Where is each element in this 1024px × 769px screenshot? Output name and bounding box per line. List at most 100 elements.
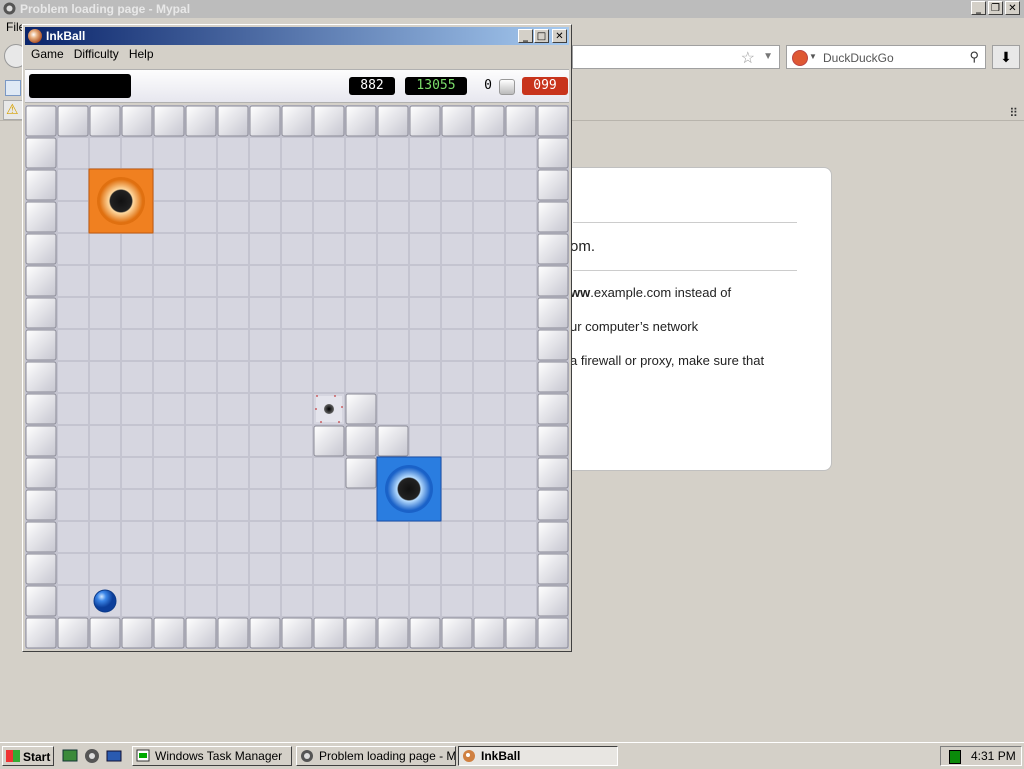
floor-tile — [249, 137, 281, 169]
sidebar-search-icon[interactable] — [5, 80, 21, 96]
menu-help[interactable]: Help — [125, 45, 158, 64]
wall-tile — [313, 425, 345, 457]
floor-tile — [57, 521, 89, 553]
inkball-title-bar[interactable]: InkBall _ □ ✕ — [25, 27, 569, 45]
inkball-maximize-button[interactable]: □ — [534, 29, 549, 43]
inkball-minimize-button[interactable]: _ — [518, 29, 533, 43]
wall-tile — [25, 105, 57, 137]
floor-tile — [153, 201, 185, 233]
floor-tile — [89, 233, 121, 265]
floor-tile — [313, 233, 345, 265]
floor-tile — [185, 297, 217, 329]
warning-button[interactable]: ⚠ — [3, 100, 23, 120]
start-button[interactable]: Start — [2, 746, 54, 766]
browser-restore-button[interactable]: ❐ — [988, 1, 1003, 15]
wall-tile — [537, 361, 569, 393]
floor-tile — [313, 137, 345, 169]
floor-tile — [153, 489, 185, 521]
floor-tile — [505, 585, 537, 617]
url-dropdown-icon[interactable]: ▼ — [763, 51, 773, 62]
floor-tile — [441, 489, 473, 521]
wall-tile — [25, 617, 57, 649]
floor-tile — [345, 361, 377, 393]
time-display: 099 — [522, 77, 568, 95]
search-engine-dropdown-icon[interactable]: ▼ — [809, 52, 817, 61]
game-board-canvas[interactable] — [25, 105, 569, 649]
floor-tile — [57, 393, 89, 425]
floor-tile — [153, 585, 185, 617]
floor-tile — [89, 265, 121, 297]
floor-tile — [345, 297, 377, 329]
wall-tile — [185, 617, 217, 649]
floor-tile — [281, 169, 313, 201]
floor-tile — [281, 553, 313, 585]
floor-tile — [185, 361, 217, 393]
search-icon[interactable]: ⚲ — [969, 49, 979, 65]
wall-tile — [537, 233, 569, 265]
overflow-menu-icon[interactable]: ⠿ — [1009, 106, 1018, 120]
floor-tile — [121, 137, 153, 169]
wall-tile — [25, 489, 57, 521]
floor-tile — [313, 489, 345, 521]
show-desktop-icon[interactable] — [62, 748, 78, 764]
search-box[interactable]: ▼ DuckDuckGo ⚲ — [786, 45, 986, 69]
floor-tile — [505, 201, 537, 233]
taskbar-task-manager[interactable]: Windows Task Manager — [132, 746, 292, 766]
wall-tile — [281, 617, 313, 649]
floor-tile — [89, 329, 121, 361]
wall-tile — [537, 585, 569, 617]
floor-tile — [153, 361, 185, 393]
floor-tile — [249, 265, 281, 297]
floor-tile — [185, 201, 217, 233]
wall-tile — [25, 329, 57, 361]
bookmark-star-icon[interactable]: ☆ — [741, 48, 755, 68]
floor-tile — [377, 297, 409, 329]
url-bar[interactable]: ☆ ▼ — [572, 45, 780, 69]
taskbar-browser[interactable]: Problem loading page - M... — [296, 746, 456, 766]
mypal-quicklaunch-icon[interactable] — [84, 748, 100, 764]
downloads-button[interactable]: ⬇ — [992, 45, 1020, 69]
browser-close-button[interactable]: ✕ — [1005, 1, 1020, 15]
game-board[interactable] — [25, 105, 569, 649]
duckduckgo-icon[interactable] — [792, 50, 808, 66]
floor-tile — [121, 553, 153, 585]
floor-tile — [505, 361, 537, 393]
floor-tile — [249, 169, 281, 201]
score-display: 882 — [349, 77, 395, 95]
floor-tile — [345, 329, 377, 361]
floor-tile — [281, 233, 313, 265]
tray-icon[interactable] — [949, 750, 961, 764]
browser-minimize-button[interactable]: _ — [971, 1, 986, 15]
wall-tile — [281, 105, 313, 137]
menu-difficulty[interactable]: Difficulty — [70, 45, 123, 64]
wall-tile — [377, 105, 409, 137]
floor-tile — [281, 361, 313, 393]
taskbar: Start Windows Task Manager Problem loadi… — [0, 742, 1024, 769]
floor-tile — [441, 233, 473, 265]
floor-tile — [185, 233, 217, 265]
floor-tile — [505, 457, 537, 489]
floor-tile — [89, 521, 121, 553]
taskbar-inkball[interactable]: InkBall — [458, 746, 618, 766]
menu-game[interactable]: Game — [27, 45, 68, 64]
floor-tile — [345, 265, 377, 297]
floor-tile — [473, 521, 505, 553]
clock[interactable]: 4:31 PM — [971, 749, 1016, 763]
floor-tile — [217, 137, 249, 169]
floor-tile — [409, 233, 441, 265]
wall-tile — [377, 617, 409, 649]
floor-tile — [249, 457, 281, 489]
floor-tile — [185, 585, 217, 617]
floor-tile — [121, 361, 153, 393]
browser-title-bar[interactable]: Problem loading page - Mypal _ ❐ ✕ — [0, 0, 1024, 18]
floor-tile — [377, 329, 409, 361]
floor-tile — [505, 265, 537, 297]
floor-tile — [409, 265, 441, 297]
taskbar-task-manager-label: Windows Task Manager — [155, 749, 283, 763]
floor-tile — [473, 457, 505, 489]
search-placeholder: DuckDuckGo — [823, 51, 894, 65]
floor-tile — [441, 169, 473, 201]
quicklaunch-icon[interactable] — [106, 748, 122, 764]
inkball-close-button[interactable]: ✕ — [552, 29, 567, 43]
floor-tile — [249, 201, 281, 233]
